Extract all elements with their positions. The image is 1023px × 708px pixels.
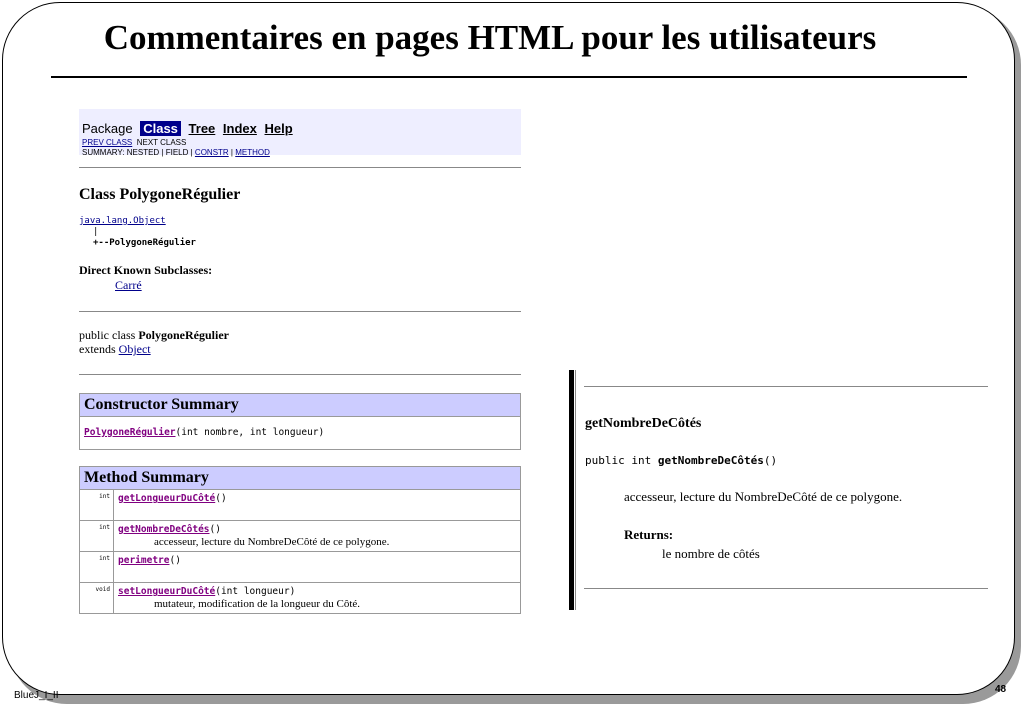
method-args: (int longueur)	[215, 586, 296, 597]
method-return-type: int	[80, 490, 114, 520]
class-hierarchy: java.lang.Object | +--PolygoneRégulier	[79, 216, 521, 249]
subnav-row-2: SUMMARY: NESTED | FIELD | CONSTR | METHO…	[82, 148, 521, 157]
detail-sig-prefix: public int	[585, 454, 658, 467]
constructor-row: PolygoneRégulier(int nombre, int longueu…	[80, 417, 520, 449]
method-link[interactable]: getNombreDeCôtés	[118, 524, 210, 535]
detail-description: accesseur, lecture du NombreDeCôté de ce…	[624, 489, 903, 504]
next-class-label: NEXT CLASS	[136, 138, 187, 147]
method-args: ()	[209, 524, 221, 535]
constructor-link[interactable]: PolygoneRégulier	[84, 427, 176, 438]
detail-sig-name: getNombreDeCôtés	[657, 454, 764, 467]
nav-class: Class	[140, 121, 181, 136]
method-cell: perimetre()	[114, 552, 185, 582]
class-title: Class PolygoneRégulier	[79, 186, 241, 203]
tree-bar: |	[93, 227, 99, 237]
method-description: mutateur, modification de la longueur du…	[154, 598, 361, 610]
javadoc-navbar: Package Class Tree Index Help PREV CLASS…	[79, 109, 521, 157]
slide-title: Commentaires en pages HTML pour les util…	[103, 18, 877, 57]
nav-package[interactable]: Package	[82, 121, 133, 136]
tree-child: +--PolygoneRégulier	[93, 238, 196, 248]
method-args: ()	[215, 493, 227, 504]
extends-prefix: extends	[79, 342, 119, 356]
divider	[79, 311, 521, 312]
divider	[79, 167, 521, 168]
detail-bottom-rule	[584, 588, 988, 589]
detail-left-bar	[569, 370, 574, 610]
method-description: accesseur, lecture du NombreDeCôté de ce…	[154, 536, 390, 548]
method-link[interactable]: perimetre	[118, 555, 169, 566]
method-row: void setLongueurDuCôté(int longueur) mutat…	[80, 582, 520, 613]
detail-returns-label: Returns:	[624, 527, 674, 542]
constructor-summary-title: Constructor Summary	[80, 394, 520, 417]
detail-left-bar-shadow	[575, 370, 576, 610]
subclass-link[interactable]: Carré	[115, 278, 521, 293]
page-number: 48	[995, 684, 1007, 695]
nav-tree[interactable]: Tree	[189, 121, 216, 136]
summary-prefix: SUMMARY: NESTED | FIELD |	[82, 148, 195, 157]
method-summary-title: Method Summary	[80, 467, 520, 490]
method-return-type: int	[80, 552, 114, 582]
detail-signature: public int getNombreDeCôtés()	[585, 454, 777, 467]
nav-index[interactable]: Index	[223, 121, 257, 136]
method-cell: setLongueurDuCôté(int longueur) mutateur,…	[114, 583, 364, 613]
title-underline	[51, 76, 967, 78]
method-link[interactable]: setLongueurDuCôté	[118, 586, 215, 597]
detail-sig-args: ()	[763, 454, 778, 467]
extends-object-link[interactable]: Object	[119, 342, 151, 356]
detail-returns-value: le nombre de côtés	[662, 546, 760, 561]
method-cell: getNombreDeCôtés() accesseur, lecture du …	[114, 521, 393, 551]
footer-course-label: BlueJ_I_II	[14, 690, 59, 701]
method-args: ()	[169, 555, 181, 566]
method-return-type: void	[80, 583, 114, 613]
decl-prefix: public class	[79, 328, 139, 342]
nav-help[interactable]: Help	[265, 121, 293, 136]
javadoc-class-page: Package Class Tree Index Help PREV CLASS…	[79, 109, 521, 639]
method-return-type: int	[80, 521, 114, 551]
method-link[interactable]: getLongueurDuCôté	[118, 493, 215, 504]
class-declaration: public class PolygoneRégulier extends Ob…	[79, 328, 521, 356]
divider	[79, 374, 521, 375]
constructor-summary: Constructor Summary PolygoneRégulier(int…	[79, 393, 521, 450]
method-link[interactable]: METHOD	[235, 148, 270, 157]
decl-name: PolygoneRégulier	[138, 328, 229, 342]
method-row: int perimetre()	[80, 551, 520, 582]
detail-top-rule	[584, 386, 988, 387]
method-list: int getLongueurDuCôté() int getNombreDeCôté…	[80, 490, 520, 613]
method-row: int getLongueurDuCôté()	[80, 490, 520, 520]
detail-method-name: getNombreDeCôtés	[585, 416, 702, 431]
method-cell: getLongueurDuCôté()	[114, 490, 231, 520]
method-row: int getNombreDeCôtés() accesseur, lecture …	[80, 520, 520, 551]
constr-link[interactable]: CONSTR	[195, 148, 229, 157]
subnav-row-1: PREV CLASS NEXT CLASS	[82, 138, 521, 147]
constructor-args: (int nombre, int longueur)	[175, 427, 325, 438]
subclasses-label: Direct Known Subclasses:	[79, 263, 213, 277]
method-summary: Method Summary int getLongueurDuCôté() int…	[79, 466, 521, 614]
tree-parent-link[interactable]: java.lang.Object	[79, 216, 521, 227]
prev-class-link[interactable]: PREV CLASS	[82, 138, 132, 147]
